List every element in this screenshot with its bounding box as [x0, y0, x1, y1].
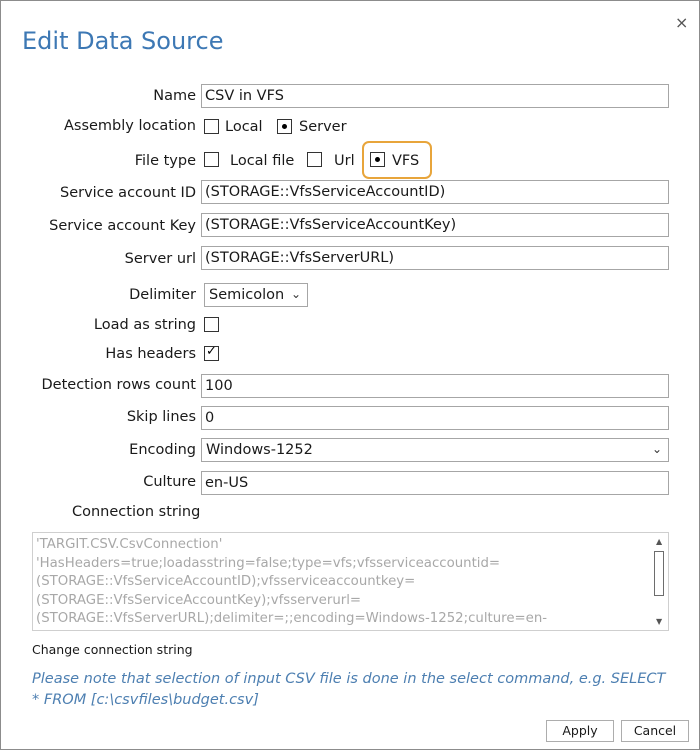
detection-rows-count-field[interactable]: 100	[201, 374, 669, 398]
assembly-server-radio[interactable]	[277, 119, 292, 134]
scroll-down-icon[interactable]: ▼	[656, 617, 662, 626]
assembly-local-label: Local	[225, 119, 263, 135]
file-type-local-radio[interactable]	[204, 152, 219, 167]
dialog-title: Edit Data Source	[22, 27, 224, 55]
service-account-id-field[interactable]: (STORAGE::VfsServiceAccountID)	[201, 180, 669, 204]
file-type-label: File type	[134, 153, 196, 169]
connection-string-label: Connection string	[72, 504, 201, 520]
file-type-local-label: Local file	[230, 153, 295, 169]
culture-label: Culture	[143, 474, 196, 490]
file-type-vfs-radio[interactable]	[370, 152, 385, 167]
file-type-url-label: Url	[334, 153, 355, 169]
connection-string-text: 'TARGIT.CSV.CsvConnection' 'HasHeaders=t…	[36, 537, 548, 626]
selected-dot-icon	[375, 157, 380, 162]
has-headers-checkbox[interactable]: ✓	[204, 344, 219, 361]
edit-data-source-dialog: Edit Data Source × Name CSV in VFS Assem…	[0, 0, 700, 750]
encoding-value: Windows-1252	[206, 442, 313, 458]
service-account-id-label: Service account ID	[59, 185, 196, 201]
delimiter-select[interactable]: Semicolon ⌄	[204, 283, 308, 307]
service-account-key-label: Service account Key	[49, 218, 196, 234]
load-as-string-checkbox[interactable]	[204, 317, 219, 332]
server-url-field[interactable]: (STORAGE::VfsServerURL)	[201, 246, 669, 270]
change-connection-string-link[interactable]: Change connection string	[32, 642, 193, 657]
chevron-down-icon: ⌄	[290, 287, 301, 301]
delimiter-value: Semicolon	[209, 287, 285, 303]
file-type-url-radio[interactable]	[307, 152, 322, 167]
csv-selection-note: Please note that selection of input CSV …	[32, 671, 666, 708]
apply-button[interactable]: Apply	[546, 720, 614, 742]
connection-string-textarea[interactable]: 'TARGIT.CSV.CsvConnection' 'HasHeaders=t…	[32, 532, 669, 631]
scroll-up-icon[interactable]: ▲	[656, 537, 662, 546]
load-as-string-label: Load as string	[93, 317, 196, 333]
detection-rows-count-label: Detection rows count	[41, 377, 197, 393]
skip-lines-label: Skip lines	[126, 409, 196, 425]
encoding-label: Encoding	[129, 442, 196, 458]
service-account-key-field[interactable]: (STORAGE::VfsServiceAccountKey)	[201, 213, 669, 237]
assembly-server-label: Server	[299, 119, 347, 135]
culture-field[interactable]: en-US	[201, 471, 669, 495]
scrollbar-thumb[interactable]	[654, 551, 664, 596]
name-label: Name	[153, 88, 196, 104]
name-field[interactable]: CSV in VFS	[201, 84, 669, 108]
skip-lines-field[interactable]: 0	[201, 406, 669, 430]
connection-string-scrollbar[interactable]: ▲ ▼	[651, 533, 668, 630]
has-headers-label: Has headers	[105, 346, 196, 362]
chevron-down-icon: ⌄	[651, 442, 662, 456]
file-type-vfs-label: VFS	[392, 153, 420, 169]
server-url-label: Server url	[124, 251, 196, 267]
close-icon[interactable]: ×	[675, 15, 688, 31]
assembly-local-radio[interactable]	[204, 119, 219, 134]
cancel-button[interactable]: Cancel	[621, 720, 689, 742]
checkmark-icon: ✓	[206, 344, 217, 359]
selected-dot-icon	[282, 124, 287, 129]
delimiter-label: Delimiter	[129, 287, 196, 303]
assembly-location-label: Assembly location	[63, 118, 196, 134]
encoding-select[interactable]: Windows-1252 ⌄	[201, 438, 669, 462]
